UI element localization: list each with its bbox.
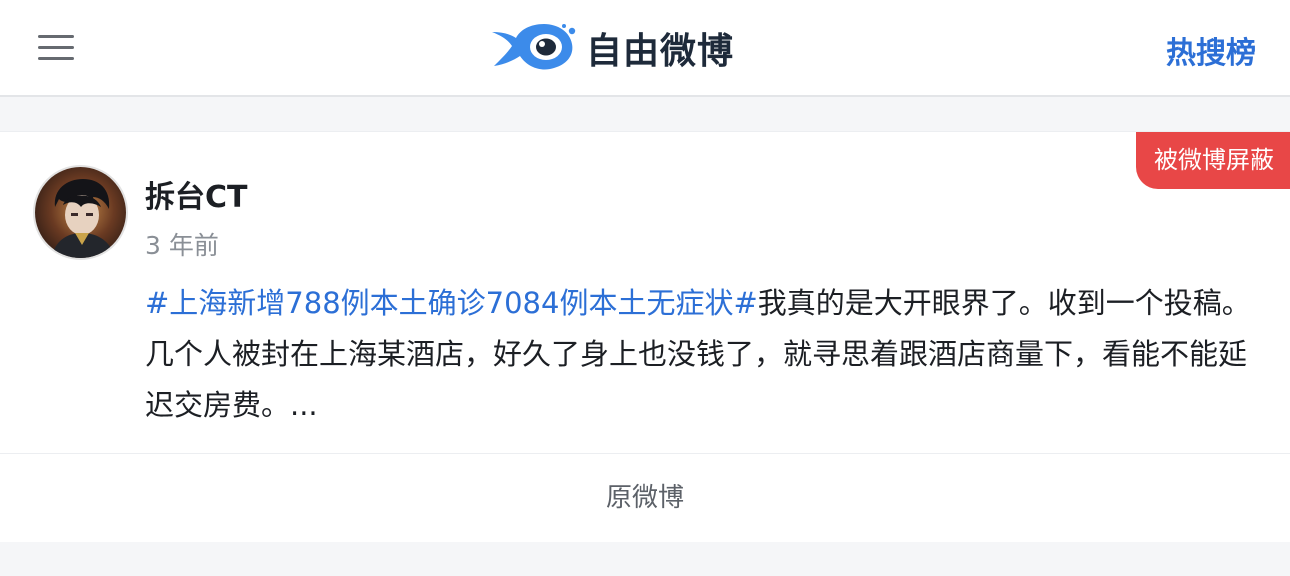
- avatar[interactable]: [33, 165, 128, 260]
- original-post-link[interactable]: 原微博: [0, 454, 1290, 543]
- top-bar: 自由微博 热搜榜: [0, 0, 1290, 97]
- blocked-badge: 被微博屏蔽: [1136, 132, 1290, 189]
- hashtag-link[interactable]: #上海新增788例本土确诊7084例本土无症状#: [145, 286, 758, 320]
- brand[interactable]: 自由微博: [488, 22, 734, 74]
- post-content: #上海新增788例本土确诊7084例本土无症状#我真的是大开眼界了。收到一个投稿…: [145, 278, 1255, 431]
- author-name[interactable]: 拆台CT: [145, 172, 247, 216]
- hamburger-menu-icon[interactable]: [38, 33, 74, 61]
- post-card: 被微博屏蔽 拆台CT 3 年前 #上海新增788例本土确诊7084例本土无症状#…: [0, 131, 1290, 542]
- post-time: 3 年前: [145, 231, 219, 260]
- hot-search-link[interactable]: 热搜榜: [1166, 28, 1256, 72]
- avatar-image: [35, 167, 126, 258]
- fish-eye-logo-icon: [492, 24, 576, 70]
- brand-name: 自由微博: [586, 31, 735, 72]
